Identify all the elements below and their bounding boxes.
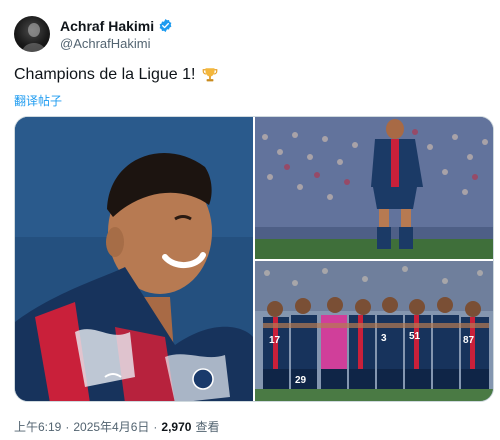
tweet-meta: 上午6:19 · 2025年4月6日 · 2,970 查看 — [14, 418, 219, 435]
jersey-number: 51 — [409, 331, 421, 342]
jersey-number: 87 — [463, 335, 475, 346]
tweet-date[interactable]: 2025年4月6日 — [73, 418, 149, 435]
avatar[interactable] — [14, 16, 50, 52]
views-count: 2,970 — [161, 419, 192, 434]
photo-team-huddle[interactable]: 17 3 51 87 29 — [255, 261, 493, 401]
views-label: 查看 — [195, 420, 220, 434]
tweet-text: Champions de la Ligue 1! — [14, 66, 219, 84]
meta-separator: · — [153, 419, 158, 434]
author-names: Achraf Hakimi @AchrafHakimi — [60, 18, 173, 51]
jersey-number: 29 — [295, 375, 307, 386]
translate-post-link[interactable]: 翻译帖子 — [14, 92, 62, 109]
tweet-header: Achraf Hakimi @AchrafHakimi — [14, 14, 486, 54]
photo-player-on-pitch[interactable] — [255, 117, 493, 259]
trophy-icon — [203, 68, 218, 82]
photo-player-smiling[interactable] — [15, 117, 253, 401]
media-grid: 17 3 51 87 29 — [14, 116, 494, 402]
author-display-name[interactable]: Achraf Hakimi — [60, 18, 154, 34]
avatar-silhouette-icon — [22, 23, 46, 52]
verified-badge-icon — [159, 18, 172, 33]
meta-separator: · — [65, 419, 70, 434]
jersey-number: 17 — [269, 335, 281, 346]
author-handle[interactable]: @AchrafHakimi — [60, 36, 173, 51]
tweet-text-content: Champions de la Ligue 1! — [14, 66, 196, 83]
tweet-time[interactable]: 上午6:19 — [14, 418, 61, 435]
jersey-number: 3 — [381, 333, 387, 344]
